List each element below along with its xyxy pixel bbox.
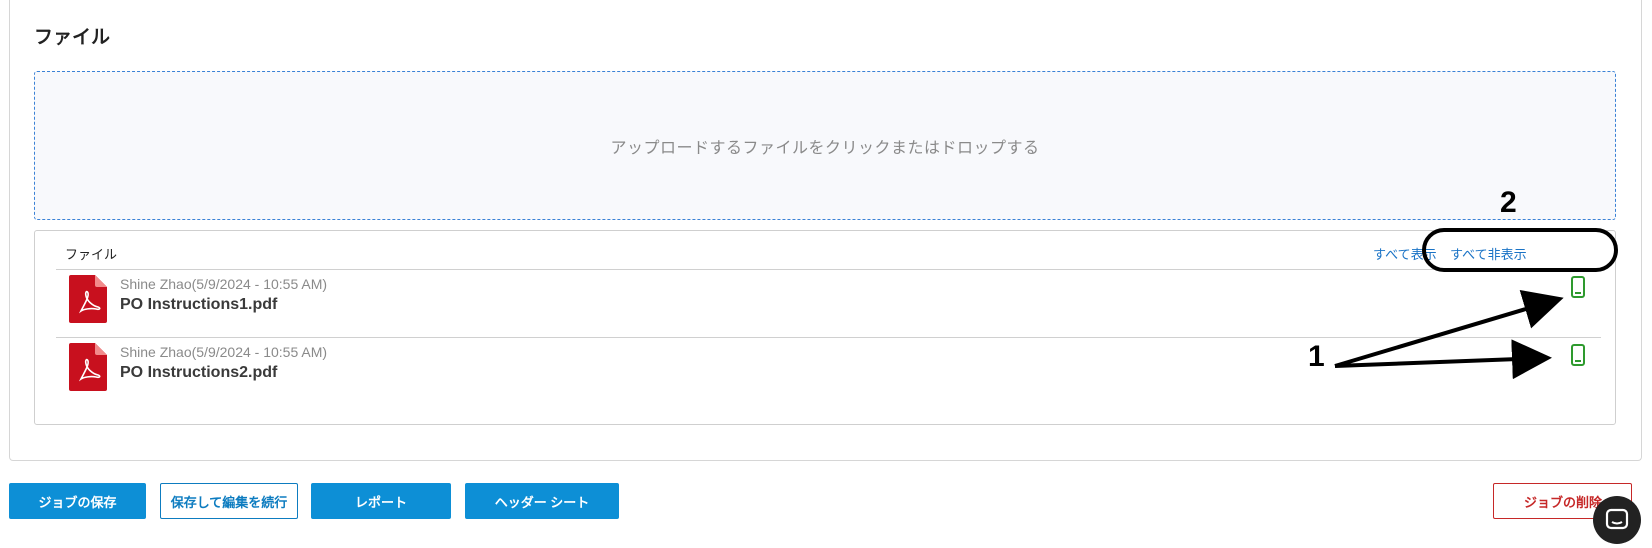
file-name-link[interactable]: PO Instructions1.pdf (120, 296, 277, 314)
annotation-label-1: 1 (1308, 340, 1325, 373)
files-panel: ファイル すべて表示 すべて非表示 Shine Zhao(5/9/2024 - … (34, 230, 1616, 425)
file-dropzone[interactable]: アップロードするファイルをクリックまたはドロップする (34, 71, 1616, 220)
annotation-ellipse (1422, 228, 1618, 272)
files-header-label: ファイル (65, 247, 118, 262)
page: ファイル アップロードするファイルをクリックまたはドロップする ファイル すべて… (0, 0, 1652, 548)
dropzone-text: アップロードするファイルをクリックまたはドロップする (610, 139, 1040, 157)
file-meta: Shine Zhao(5/9/2024 - 10:55 AM) (120, 276, 328, 292)
save-and-continue-button[interactable]: 保存して編集を続行 (160, 483, 298, 519)
phone-icon[interactable] (1571, 276, 1585, 298)
phone-icon[interactable] (1571, 344, 1585, 366)
pdf-icon (69, 343, 107, 391)
file-row[interactable]: Shine Zhao(5/9/2024 - 10:55 AM) PO Instr… (35, 337, 1615, 397)
pdf-icon (69, 275, 107, 323)
save-job-button[interactable]: ジョブの保存 (9, 483, 146, 519)
chat-icon (1605, 508, 1629, 530)
file-name-link[interactable]: PO Instructions2.pdf (120, 364, 277, 382)
annotation-label-2: 2 (1500, 186, 1517, 219)
report-button[interactable]: レポート (311, 483, 451, 519)
file-row[interactable]: Shine Zhao(5/9/2024 - 10:55 AM) PO Instr… (35, 269, 1615, 329)
chat-launcher[interactable] (1593, 496, 1641, 544)
section-title: ファイル (34, 27, 111, 48)
header-sheet-button[interactable]: ヘッダー シート (465, 483, 619, 519)
file-meta: Shine Zhao(5/9/2024 - 10:55 AM) (120, 344, 328, 360)
